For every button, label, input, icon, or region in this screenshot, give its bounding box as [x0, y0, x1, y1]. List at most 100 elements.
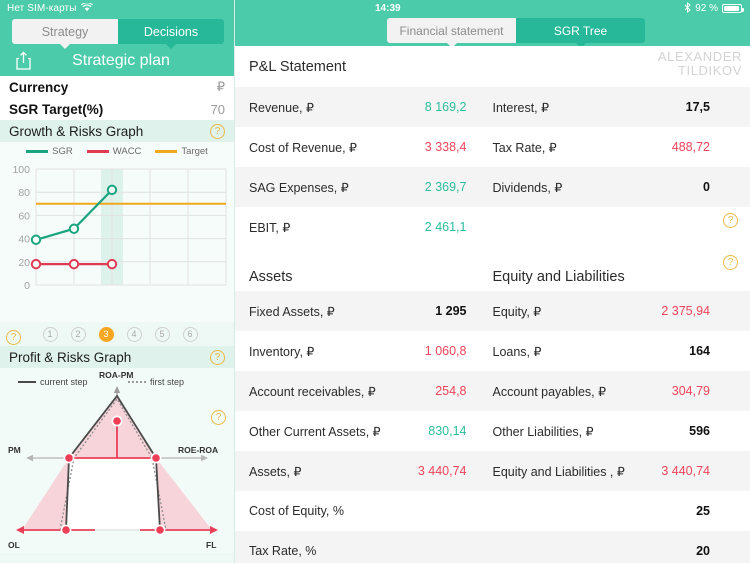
- row-label: Dividends, ₽: [492, 180, 563, 195]
- step-dot-4[interactable]: 4: [126, 326, 142, 342]
- battery-percent-label: 92 %: [695, 3, 718, 14]
- left-header: Нет SIM-карты Strategy Decisions Strateg…: [0, 0, 234, 76]
- table-row[interactable]: Cost of Revenue, ₽ 3 338,4 Tax Rate, ₽ 488,…: [235, 127, 750, 167]
- profit-risks-title: Profit & Risks Graph: [9, 349, 132, 365]
- row-value: 488,72: [671, 140, 710, 154]
- growth-chart-svg: 0 20 40 60 80 100: [12, 164, 227, 292]
- watermark: ALEXANDER TILDIKOV: [658, 50, 742, 78]
- status-right-group: 92 %: [684, 1, 744, 16]
- table-row[interactable]: Revenue, ₽ 8 169,2 Interest, ₽ 17,5: [235, 87, 750, 127]
- left-tab-group[interactable]: Strategy Decisions: [12, 19, 224, 49]
- row-cell-right: Tax Rate, ₽ 488,72: [493, 140, 737, 155]
- right-header: 14:39 92 % Financial statement SGR Tree: [235, 0, 750, 48]
- table-row[interactable]: SAG Expenses, ₽ 2 369,7 Dividends, ₽ 0: [235, 167, 750, 207]
- step-dot-6[interactable]: 6: [182, 326, 198, 342]
- tab-sgr-tree-label: SGR Tree: [553, 23, 608, 38]
- row-value: 2 375,94: [661, 304, 710, 318]
- tab-strategy-label: Strategy: [41, 24, 89, 39]
- row-value: 3 440,74: [417, 464, 467, 478]
- step-dot-3[interactable]: 3: [98, 326, 114, 342]
- row-label: Other Current Assets, ₽: [249, 424, 381, 439]
- row-label: Equity, ₽: [492, 304, 542, 319]
- svg-text:40: 40: [18, 234, 30, 246]
- help-question-icon[interactable]: ?: [211, 410, 226, 425]
- row-label: Interest, ₽: [492, 100, 550, 115]
- row-cell-right: Equity, ₽ 2 375,94: [493, 304, 737, 319]
- row-label: Loans, ₽: [492, 344, 542, 359]
- row-cell-right: Loans, ₽ 164: [493, 344, 737, 359]
- row-cell-left: EBIT, ₽ 2 461,1: [249, 220, 493, 235]
- step-dot-5[interactable]: 5: [154, 326, 170, 342]
- watermark-line-1: ALEXANDER: [657, 49, 742, 64]
- param-label: Currency: [9, 79, 69, 95]
- row-cell-right: 20: [493, 544, 737, 558]
- svg-text:100: 100: [12, 164, 30, 176]
- row-label: Other Liabilities, ₽: [492, 424, 594, 439]
- growth-risks-title: Growth & Risks Graph: [9, 123, 144, 139]
- help-question-icon[interactable]: ?: [210, 349, 225, 365]
- table-row[interactable]: EBIT, ₽ 2 461,1?: [235, 207, 750, 247]
- row-label: Fixed Assets, ₽: [249, 304, 335, 319]
- param-row-currency[interactable]: Currency ₽: [0, 76, 234, 98]
- row-label: Assets, ₽: [249, 464, 302, 479]
- row-cell-right: Equity and Liabilities , ₽ 3 440,74: [493, 464, 737, 479]
- param-row-sgr-target[interactable]: SGR Target(%) 70: [0, 98, 234, 120]
- legend-swatch: [26, 150, 49, 153]
- legend-label: SGR: [52, 146, 73, 157]
- row-value: 3 338,4: [424, 140, 467, 154]
- row-value: 0: [703, 180, 710, 194]
- table-row[interactable]: Account receivables, ₽ 254,8 Account payab…: [235, 371, 750, 411]
- param-label: SGR Target(%): [9, 101, 104, 117]
- table-row[interactable]: Fixed Assets, ₽ 1 295 Equity, ₽ 2 375,94: [235, 291, 750, 331]
- tab-decisions-label: Decisions: [143, 24, 199, 39]
- right-tab-group[interactable]: Financial statement SGR Tree: [387, 18, 645, 48]
- row-label: Equity and Liabilities , ₽: [492, 464, 625, 479]
- battery-icon: [722, 4, 744, 13]
- row-label: Revenue, ₽: [249, 100, 314, 115]
- table-row[interactable]: Inventory, ₽ 1 060,8 Loans, ₽ 164: [235, 331, 750, 371]
- svg-text:20: 20: [18, 257, 30, 269]
- page-title: Strategic plan: [72, 52, 170, 69]
- tab-sgr-tree[interactable]: SGR Tree: [516, 18, 645, 48]
- tab-financial-statement[interactable]: Financial statement: [387, 18, 516, 48]
- help-question-icon[interactable]: ?: [723, 213, 738, 228]
- row-cell-right: Other Liabilities, ₽ 596: [493, 424, 737, 439]
- row-cell-left: Fixed Assets, ₽ 1 295: [249, 304, 493, 319]
- row-cell-left: Cost of Revenue, ₽ 3 338,4: [249, 140, 493, 155]
- table-row[interactable]: Other Current Assets, ₽ 830,14 Other Liabi…: [235, 411, 750, 451]
- row-cell-left: Tax Rate, %: [249, 544, 493, 558]
- profit-risks-section-header: Profit & Risks Graph ?: [0, 346, 234, 368]
- help-question-icon[interactable]: ?: [723, 255, 738, 270]
- row-value: 8 169,2: [424, 100, 467, 114]
- help-question-icon[interactable]: ?: [6, 330, 21, 345]
- param-value: 70: [210, 101, 225, 117]
- svg-text:80: 80: [18, 187, 30, 199]
- table-row[interactable]: Cost of Equity, % 25: [235, 491, 750, 531]
- pl-statement-header: P&L Statement ALEXANDER TILDIKOV: [235, 46, 750, 87]
- help-question-icon[interactable]: ?: [210, 123, 225, 139]
- share-upload-icon[interactable]: [8, 51, 38, 71]
- pl-statement-title: P&L Statement: [249, 58, 346, 75]
- tab-strategy[interactable]: Strategy: [12, 19, 118, 49]
- table-row[interactable]: Assets, ₽ 3 440,74 Equity and Liabilities …: [235, 451, 750, 491]
- row-value: 164: [689, 344, 710, 358]
- watermark-line-2: TILDIKOV: [677, 63, 742, 78]
- legend-label: Target: [181, 146, 208, 157]
- row-value: 304,79: [671, 384, 710, 398]
- tab-decisions[interactable]: Decisions: [118, 19, 224, 49]
- legend-swatch: [86, 150, 109, 153]
- table-row[interactable]: Tax Rate, % 20: [235, 531, 750, 563]
- row-value: 17,5: [685, 100, 710, 114]
- row-label: Cost of Revenue, ₽: [249, 140, 358, 155]
- svg-text:60: 60: [18, 210, 30, 222]
- row-label: Tax Rate, %: [249, 544, 317, 558]
- step-dot-1[interactable]: 1: [42, 326, 58, 342]
- row-cell-left: Cost of Equity, %: [249, 504, 493, 518]
- step-selector[interactable]: 1 2 3 4 5 6: [0, 322, 234, 346]
- svg-text:current step: current step: [40, 377, 88, 387]
- row-label: Inventory, ₽: [249, 344, 315, 359]
- left-status-bar: Нет SIM-карты: [0, 0, 234, 17]
- row-value: 20: [696, 544, 710, 558]
- clock-label: 14:39: [375, 3, 401, 14]
- step-dot-2[interactable]: 2: [70, 326, 86, 342]
